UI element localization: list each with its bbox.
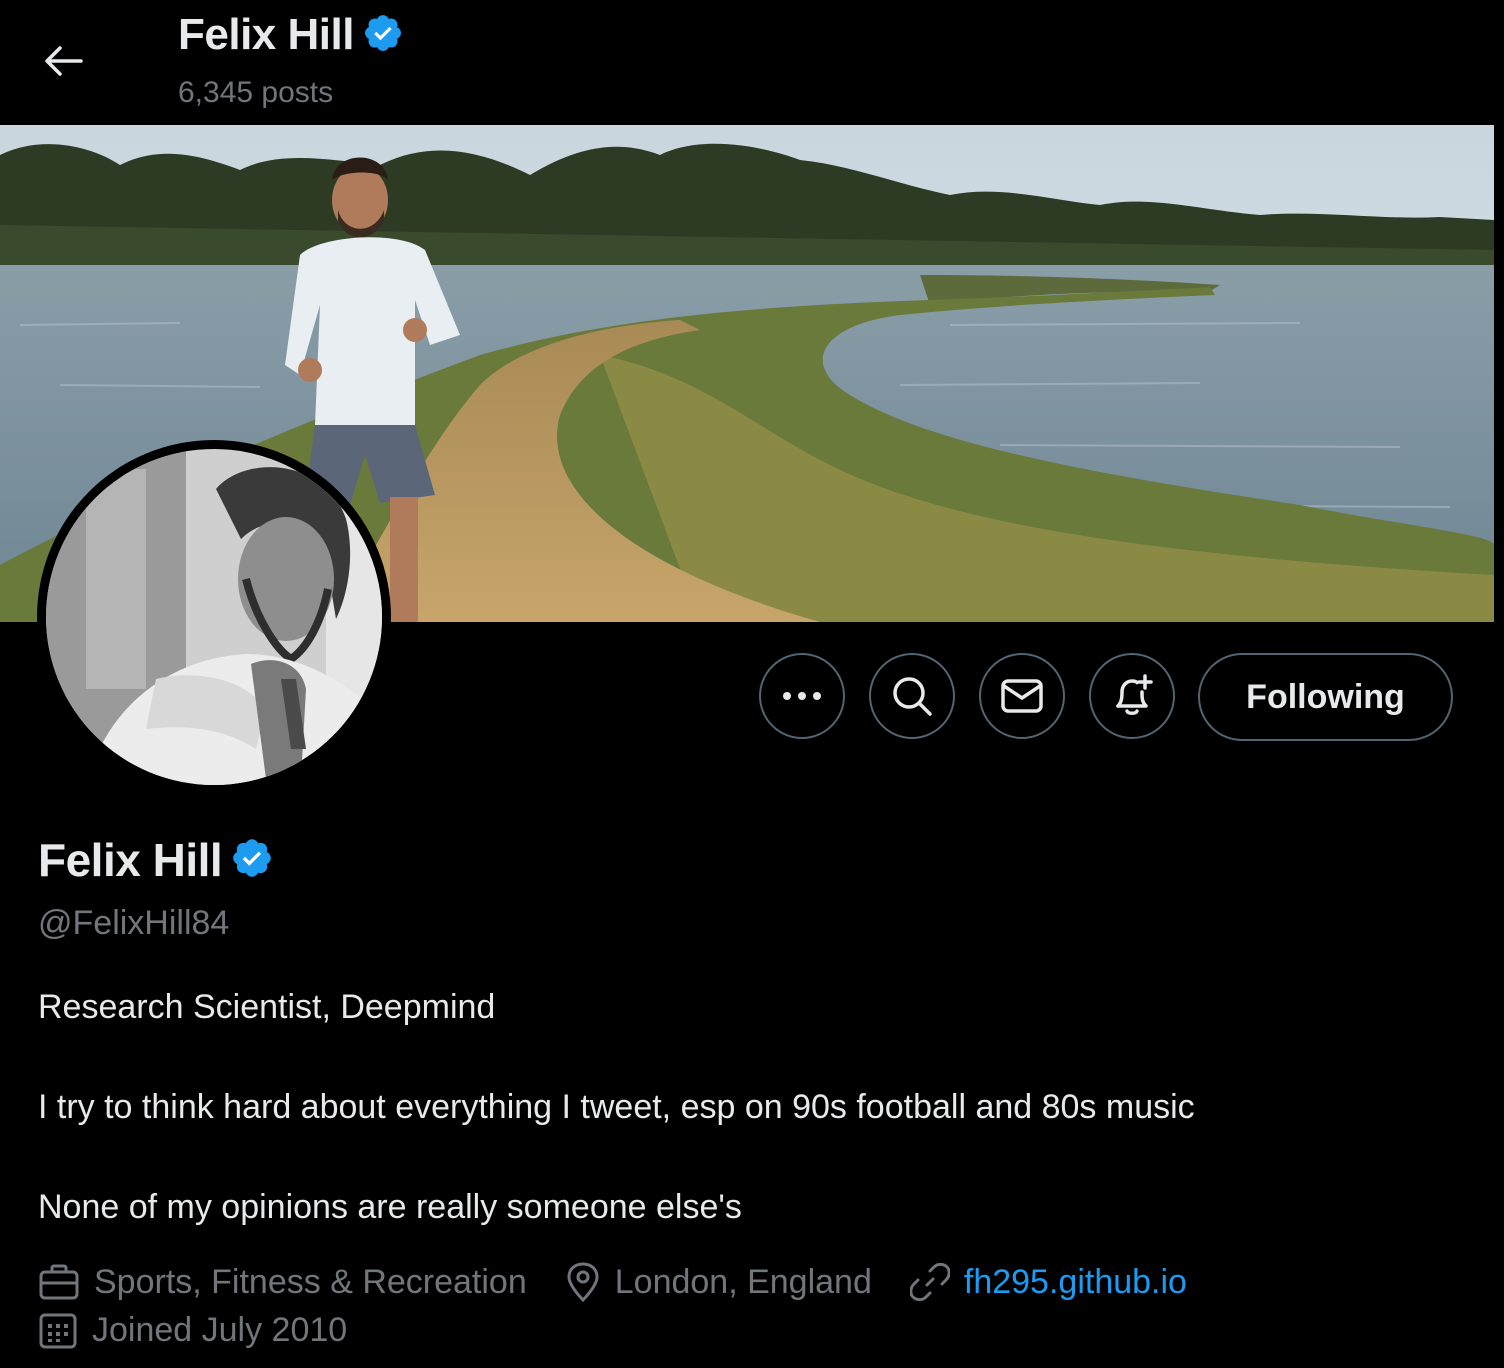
bell-plus-icon <box>1116 674 1153 715</box>
profile-handle: @FelixHill84 <box>38 904 230 942</box>
verified-badge-icon[interactable] <box>230 836 274 885</box>
website-link[interactable]: fh295.github.io <box>964 1263 1187 1302</box>
search-profile-button[interactable] <box>869 653 955 739</box>
back-button[interactable] <box>30 28 96 94</box>
message-button[interactable] <box>979 653 1065 739</box>
profile-joined-row: Joined July 2010 <box>38 1310 385 1350</box>
profile-name-row: Felix Hill <box>38 833 274 887</box>
arrow-left-icon <box>45 46 83 76</box>
top-bar: Felix Hill 6,345 posts <box>0 0 1504 125</box>
joined-label: Joined July 2010 <box>92 1310 348 1349</box>
post-count: 6,345 posts <box>178 76 334 109</box>
bio-line: I try to think hard about everything I t… <box>38 1088 1195 1126</box>
avatar-image <box>46 449 382 785</box>
search-icon <box>893 677 932 716</box>
profile-location: London, England <box>565 1262 872 1302</box>
profile-name: Felix Hill <box>38 834 223 886</box>
profile-website: fh295.github.io <box>909 1262 1187 1302</box>
calendar-icon <box>39 1313 77 1349</box>
profile-category: Sports, Fitness & Recreation <box>38 1263 527 1302</box>
header-name: Felix Hill <box>178 10 354 59</box>
bio-line: Research Scientist, Deepmind <box>38 988 496 1026</box>
mail-icon <box>1001 679 1043 713</box>
profile-meta-row: Sports, Fitness & Recreation London, Eng… <box>38 1262 1225 1302</box>
location-label: London, England <box>614 1262 872 1301</box>
profile-bio: Research Scientist, Deepmind I try to th… <box>38 982 1458 1232</box>
more-icon <box>783 692 821 700</box>
profile-page: Felix Hill 6,345 posts Following Felix H… <box>0 0 1504 1368</box>
more-button[interactable] <box>759 653 845 739</box>
link-icon <box>909 1262 950 1302</box>
briefcase-icon <box>39 1264 79 1300</box>
header-title: Felix Hill <box>178 10 404 60</box>
verified-badge-icon <box>362 12 404 59</box>
notify-button[interactable] <box>1089 653 1175 739</box>
category-label: Sports, Fitness & Recreation <box>94 1262 527 1301</box>
bio-line: None of my opinions are really someone e… <box>38 1188 742 1226</box>
profile-joined: Joined July 2010 <box>38 1310 347 1350</box>
following-button[interactable]: Following <box>1198 653 1453 741</box>
profile-avatar[interactable] <box>37 440 391 794</box>
location-pin-icon <box>567 1262 599 1302</box>
